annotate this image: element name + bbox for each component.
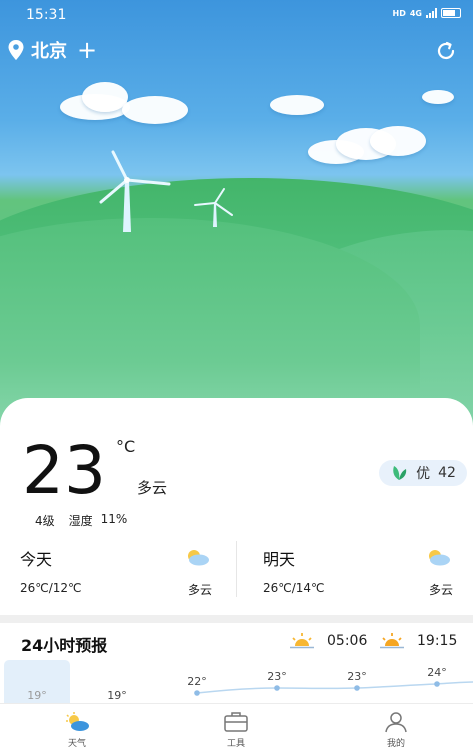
refresh-icon[interactable] <box>435 40 457 62</box>
hd-indicator: HD <box>392 8 406 18</box>
cloud <box>308 126 428 166</box>
partly-cloudy-icon <box>188 550 209 566</box>
nav-profile[interactable]: 我的 <box>366 711 426 749</box>
wind-turbine <box>194 188 233 227</box>
nav-weather[interactable]: 天气 <box>47 711 107 749</box>
current-details: 4级 湿度 11% <box>35 512 127 529</box>
hour-temp: 19° <box>27 689 47 702</box>
profile-icon <box>385 712 407 733</box>
day-name: 明天 <box>263 550 296 569</box>
hour-temp: 19° <box>107 689 127 702</box>
day-temp-range: 26℃/14℃ <box>263 581 325 595</box>
current-temperature: 23 <box>22 432 106 509</box>
temperature-unit: °C <box>116 437 136 456</box>
hour-point <box>194 690 200 696</box>
signal-icon <box>426 8 437 18</box>
day-condition: 多云 <box>187 583 212 597</box>
bottom-nav: 天气 工具 我的 <box>0 703 473 749</box>
day-tomorrow[interactable]: 明天 26℃/14℃ 多云 <box>263 546 453 602</box>
status-icons: HD 4G <box>393 8 461 18</box>
add-city-button[interactable]: + <box>77 38 97 62</box>
battery-icon <box>441 8 461 18</box>
hour-temp: 23° <box>267 670 287 683</box>
sunset-icon <box>380 633 404 649</box>
section-divider <box>0 615 473 623</box>
humidity-value: 11% <box>100 512 128 526</box>
sunset-time: 19:15 <box>417 633 458 649</box>
sunset: 19:15 <box>379 631 457 651</box>
day-today[interactable]: 今天 26℃/12℃ 多云 <box>20 546 212 602</box>
leaf-icon <box>393 466 407 480</box>
current-condition: 多云 <box>137 479 168 497</box>
network-indicator: 4G <box>409 8 422 18</box>
partly-cloudy-icon <box>429 550 450 566</box>
humidity-label: 湿度 <box>68 514 93 528</box>
wind-turbine <box>99 150 171 232</box>
aqi-label: 优 <box>416 466 431 482</box>
cloud <box>422 88 456 106</box>
aqi-value: 42 <box>438 465 456 481</box>
nav-label: 工具 <box>226 739 245 749</box>
hour-temp: 23° <box>347 670 367 683</box>
weather-scene <box>0 0 473 430</box>
hour-temp: 22° <box>187 675 207 688</box>
sunrise: 05:06 <box>289 631 367 651</box>
hour-point <box>274 685 280 691</box>
hourly-forecast[interactable]: 19° 19° 22° 23° 23° 24° <box>0 655 473 705</box>
weather-icon <box>66 712 89 731</box>
day-temp-range: 26℃/12℃ <box>20 581 82 595</box>
hour-point <box>434 681 440 687</box>
day-divider <box>236 541 237 597</box>
nav-label: 我的 <box>386 739 405 749</box>
hour-point <box>354 685 360 691</box>
day-name: 今天 <box>20 550 53 569</box>
aqi-badge[interactable]: 优 42 <box>379 460 467 486</box>
status-time: 15:31 <box>26 7 67 23</box>
location-header: 北京 + <box>8 38 97 62</box>
hour-temp: 24° <box>427 666 447 679</box>
sunrise-time: 05:06 <box>327 633 368 649</box>
status-bar: 15:31 HD 4G <box>0 0 473 30</box>
nav-tools[interactable]: 工具 <box>206 711 266 749</box>
day-condition: 多云 <box>428 583 453 597</box>
cloud <box>60 82 190 127</box>
toolbox-icon <box>224 712 248 732</box>
hourly-temperature-curve: 19° 19° 22° 23° 23° 24° <box>27 666 473 702</box>
city-name[interactable]: 北京 <box>31 37 67 63</box>
sunrise-icon <box>290 633 314 649</box>
nav-label: 天气 <box>67 739 86 749</box>
forecast-title: 24小时预报 <box>21 636 108 655</box>
cloud <box>270 93 325 115</box>
wind-level: 4级 <box>35 514 55 528</box>
location-pin-icon <box>8 40 24 60</box>
